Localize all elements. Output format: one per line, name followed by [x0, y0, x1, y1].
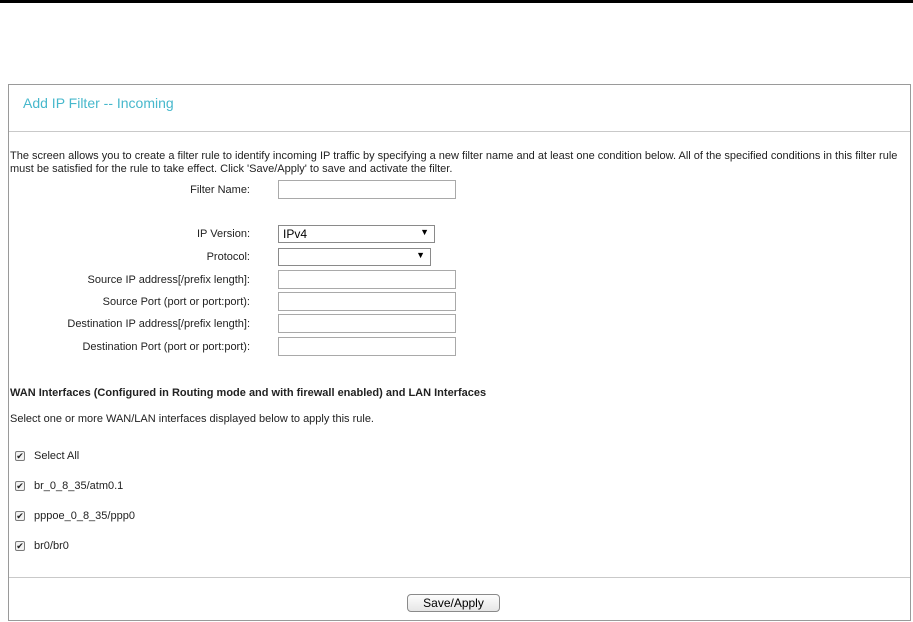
- top-bar: [0, 0, 913, 3]
- dest-port-input[interactable]: [278, 337, 456, 356]
- filter-name-input[interactable]: [278, 180, 456, 199]
- save-apply-button[interactable]: Save/Apply: [407, 594, 500, 612]
- interface-checkbox-pppoe-0-8-35[interactable]: ✔: [15, 511, 25, 521]
- chevron-down-icon: ▼: [420, 227, 429, 237]
- protocol-label: Protocol:: [206, 251, 250, 263]
- source-ip-input[interactable]: [278, 270, 456, 289]
- source-port-label: Source Port (port or port:port):: [102, 296, 250, 308]
- title-divider: [9, 131, 910, 132]
- page-title: Add IP Filter -- Incoming: [23, 95, 174, 111]
- interface-checkbox-br-0-8-35[interactable]: ✔: [15, 481, 25, 491]
- interface-label-br0: br0/br0: [34, 540, 69, 552]
- chevron-down-icon: ▼: [416, 250, 425, 260]
- ip-version-label: IP Version:: [197, 228, 250, 240]
- ip-version-select[interactable]: IPv4 ▼: [278, 225, 435, 243]
- interfaces-instruction: Select one or more WAN/LAN interfaces di…: [10, 413, 374, 425]
- interfaces-heading: WAN Interfaces (Configured in Routing mo…: [10, 387, 487, 399]
- dest-ip-label: Destination IP address[/prefix length]:: [67, 318, 250, 330]
- footer-divider: [9, 577, 910, 578]
- select-all-label: Select All: [34, 450, 80, 462]
- interface-checkbox-br0[interactable]: ✔: [15, 541, 25, 551]
- filter-name-label: Filter Name:: [190, 184, 250, 196]
- filter-panel: Add IP Filter -- Incoming The screen all…: [8, 84, 911, 621]
- protocol-select[interactable]: ▼: [278, 248, 431, 266]
- dest-ip-input[interactable]: [278, 314, 456, 333]
- select-all-checkbox[interactable]: ✔: [15, 451, 25, 461]
- interface-label-pppoe-0-8-35: pppoe_0_8_35/ppp0: [34, 510, 135, 522]
- interface-label-br-0-8-35: br_0_8_35/atm0.1: [34, 480, 124, 492]
- page-description: The screen allows you to create a filter…: [10, 150, 898, 175]
- source-ip-label: Source IP address[/prefix length]:: [87, 274, 250, 286]
- source-port-input[interactable]: [278, 292, 456, 311]
- ip-version-value: IPv4: [283, 227, 308, 241]
- dest-port-label: Destination Port (port or port:port):: [82, 341, 250, 353]
